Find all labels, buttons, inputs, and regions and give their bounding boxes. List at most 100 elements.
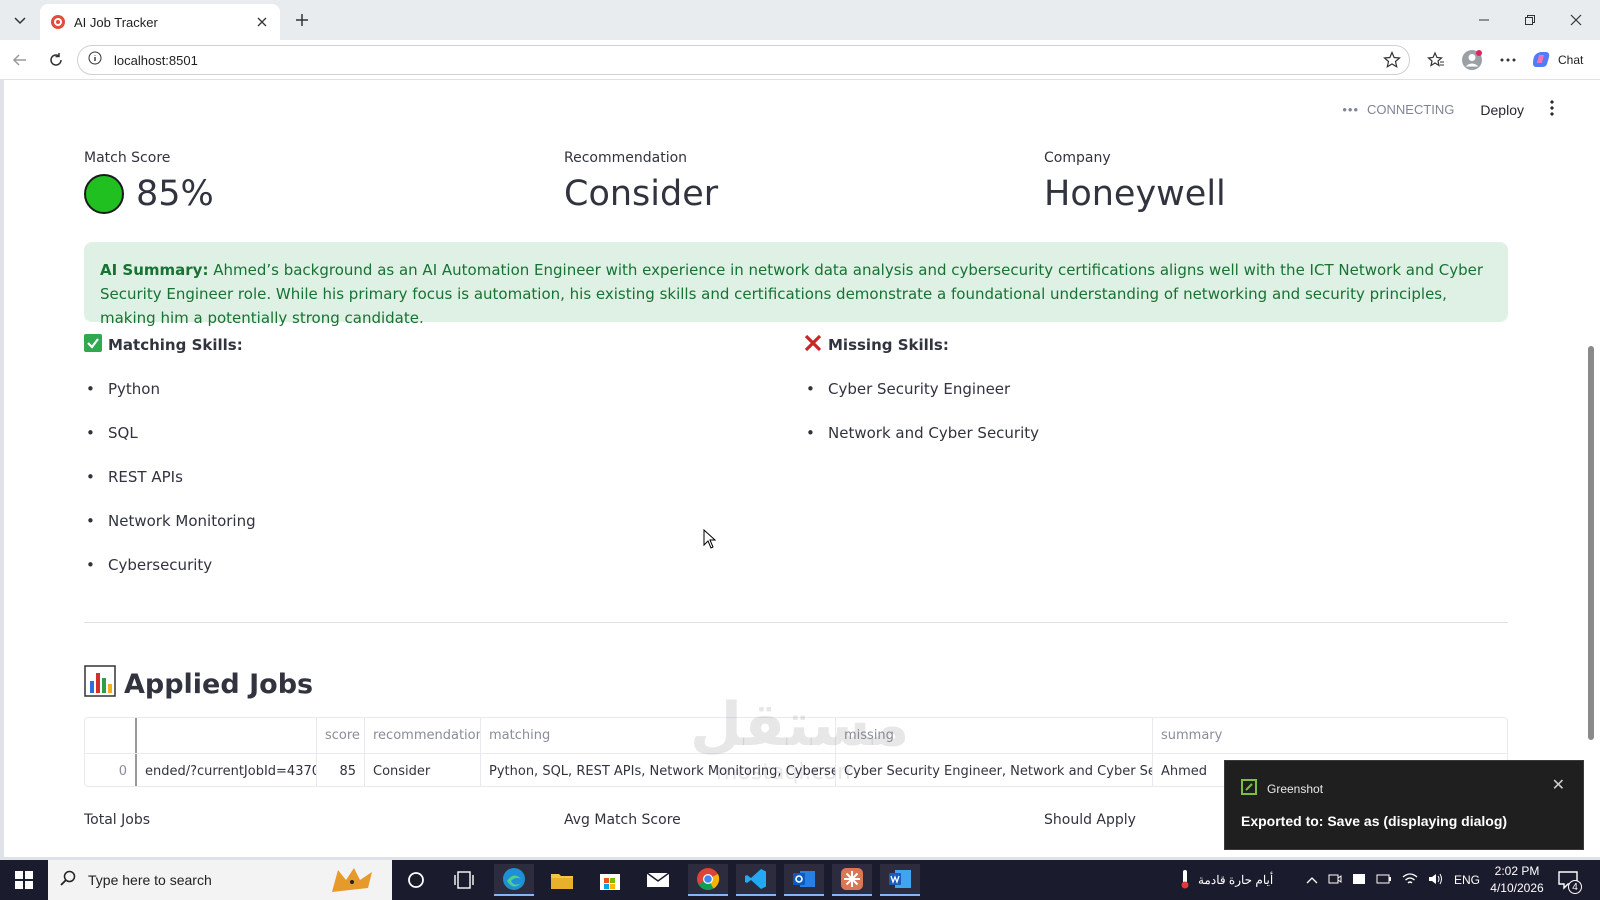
deploy-button[interactable]: Deploy [1480,102,1524,118]
browser-tab-bar: AI Job Tracker [0,0,1600,40]
cell-recommendation[interactable]: Consider [365,754,481,786]
vscode-icon[interactable] [736,864,776,896]
microsoft-store-icon[interactable] [590,864,630,896]
notification-message: Exported to: Save as (displaying dialog) [1241,813,1508,829]
company-label: Company [1044,150,1111,166]
edge-browser-icon[interactable] [494,864,534,896]
list-item: Network and Cyber Security [806,424,1039,468]
search-highlight-fox-icon [324,864,384,900]
minimize-icon[interactable] [1470,6,1498,34]
recommendation-metric: Recommendation Consider [564,150,718,214]
new-tab-plus-icon[interactable] [290,8,314,32]
status-dots-icon: ••• [1342,102,1360,117]
system-clock[interactable]: 2:02 PM 4/10/2026 [1472,863,1562,897]
word-icon[interactable] [880,864,920,896]
company-metric: Company Honeywell [1044,150,1226,214]
ai-summary-box: AI Summary: Ahmed’s background as an AI … [84,242,1508,327]
file-explorer-icon[interactable] [542,864,582,896]
thermometer-icon [1180,869,1190,892]
windows-taskbar: Type here to search أيام حارة قادمة ENG … [0,860,1600,900]
tray-app-icon[interactable] [1352,872,1366,889]
recommendation-label: Recommendation [564,150,688,166]
match-score-label: Match Score [84,150,171,166]
url-bar[interactable]: localhost:8501 [77,45,1410,75]
notification-app-name: Greenshot [1267,781,1324,796]
mail-icon[interactable] [638,864,678,896]
should-apply-label: Should Apply [1044,812,1136,828]
list-item: SQL [86,424,256,468]
more-options-icon[interactable] [1496,48,1520,72]
green-circle-icon [84,174,124,214]
back-arrow-icon[interactable] [8,48,32,72]
favorite-star-icon[interactable] [1383,51,1401,74]
volume-icon[interactable] [1428,872,1444,889]
table-header-url[interactable] [137,718,317,753]
avg-match-score-label: Avg Match Score [564,812,681,828]
table-header-score[interactable]: score [317,718,365,753]
copilot-icon [1530,49,1552,72]
restore-icon[interactable] [1516,6,1544,34]
match-score-metric: Match Score 85% [84,150,214,214]
window-close-icon[interactable] [1562,6,1590,34]
matching-skills-list: Python SQL REST APIs Network Monitoring … [86,380,256,600]
company-value: Honeywell [1044,174,1226,214]
watermark-url: mostaql.com [716,760,859,785]
ai-summary-text: Ahmed’s background as an AI Automation E… [100,261,1484,327]
action-center-icon[interactable]: 4 [1556,868,1582,894]
list-item: Python [86,380,256,424]
outlook-icon[interactable] [784,864,824,896]
weather-text: أيام حارة قادمة [1198,873,1274,887]
check-mark-icon [84,334,102,356]
list-item: REST APIs [86,468,256,512]
clock-time: 2:02 PM [1494,864,1540,878]
show-hidden-icons-chevron-icon[interactable] [1306,873,1318,887]
cell-score[interactable]: 85 [317,754,365,786]
tab-list-chevron-icon[interactable] [8,8,32,32]
ai-summary-label: AI Summary: [100,261,209,279]
notification-close-icon[interactable]: ✕ [1552,775,1565,795]
profile-avatar-icon[interactable] [1460,48,1484,72]
cortana-circle-icon[interactable] [396,864,436,896]
meet-now-icon[interactable] [1328,872,1342,889]
app-favicon-icon [50,14,66,30]
task-view-icon[interactable] [444,864,484,896]
table-header-index [85,718,137,753]
tab-title: AI Job Tracker [74,14,158,30]
copilot-chat-button[interactable]: Chat [1530,48,1583,72]
row-index: 0 [85,754,137,786]
cell-url[interactable]: ended/?currentJobId=43705424 [137,754,317,786]
chat-label: Chat [1558,53,1584,67]
table-header-summary[interactable]: summary [1153,718,1507,753]
total-jobs-label: Total Jobs [84,812,151,828]
chrome-icon[interactable] [688,864,728,896]
matching-skills-heading: Matching Skills: [84,334,243,356]
table-header-recommendation[interactable]: recommendation [365,718,481,753]
weather-widget[interactable]: أيام حارة قادمة [1180,860,1273,900]
applied-jobs-heading: Applied Jobs [84,665,313,704]
reload-icon[interactable] [44,48,68,72]
favorites-collection-icon[interactable] [1424,48,1448,72]
site-info-icon[interactable] [88,51,102,70]
recommendation-value: Consider [564,174,719,214]
greenshot-notification[interactable]: Greenshot ✕ Exported to: Save as (displa… [1224,760,1584,850]
watermark-logo: مستقل [690,690,910,760]
connection-status: ••• CONNECTING [1342,102,1455,117]
section-divider [84,622,1508,623]
browser-tab-active[interactable]: AI Job Tracker [40,4,280,40]
main-menu-icon[interactable] [1550,100,1554,119]
list-item: Cyber Security Engineer [806,380,1039,424]
search-icon [60,870,76,891]
taskbar-search-input[interactable]: Type here to search [48,860,392,900]
windows-start-icon[interactable] [0,860,48,900]
search-placeholder: Type here to search [88,872,212,888]
clock-date: 4/10/2026 [1490,881,1544,895]
claude-app-icon[interactable] [832,864,872,896]
scrollbar-thumb[interactable] [1588,346,1594,740]
app-toolbar: ••• CONNECTING Deploy [1342,100,1554,119]
tab-close-icon[interactable] [254,14,270,30]
wifi-icon[interactable] [1402,872,1418,889]
list-item: Cybersecurity [86,556,256,600]
greenshot-icon [1241,779,1257,798]
address-toolbar: localhost:8501 Chat [0,40,1600,80]
battery-icon[interactable] [1376,873,1392,888]
